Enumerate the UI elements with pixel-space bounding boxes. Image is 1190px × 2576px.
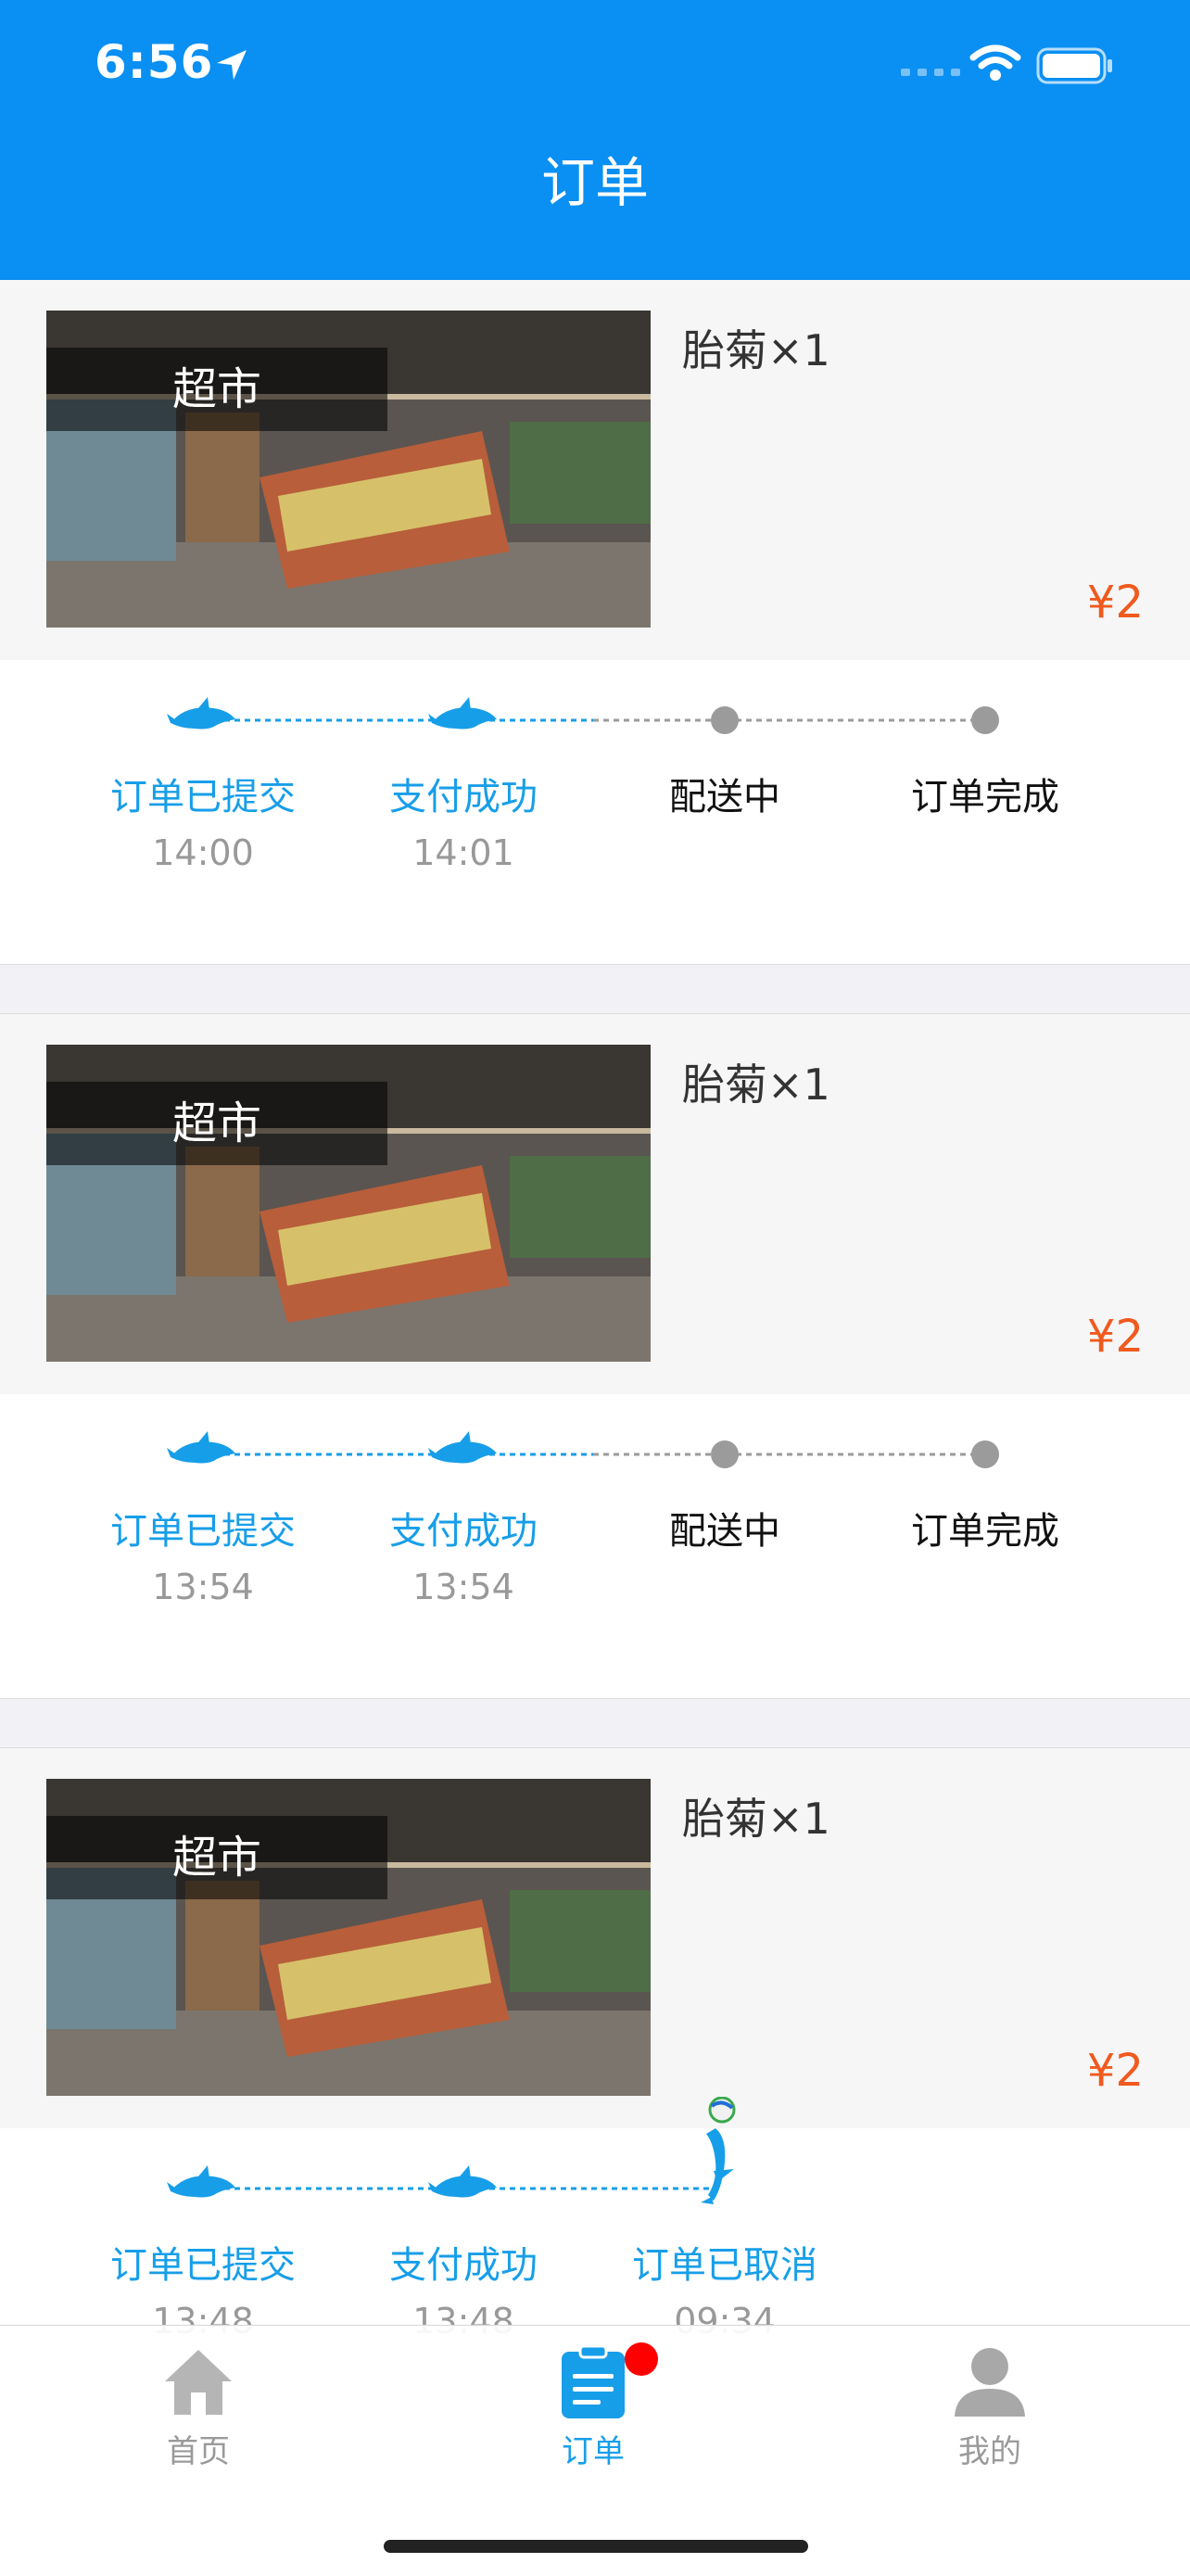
step-label: 配送中 [669, 1510, 780, 1553]
store-label: 超市 [171, 1098, 261, 1149]
order-summary[interactable]: 超市 胎菊×1 ¥2 [0, 1014, 1190, 1394]
step-time: 13:54 [152, 1567, 254, 1607]
dolphin-icon [428, 697, 497, 730]
step-label: 订单已提交 [110, 2244, 296, 2287]
order-progress: 订单已提交 支付成功 配送中 订单完成 14:00 14:01 [0, 660, 1190, 966]
item-name: 胎菊×1 [682, 325, 830, 375]
step-time: 14:01 [412, 832, 514, 873]
order-progress: 订单已提交 支付成功 配送中 订单完成 13:54 13:54 [0, 1394, 1190, 1700]
step-time: 13:54 [412, 1567, 514, 1607]
dolphin-icon [428, 2165, 497, 2198]
store-image: 超市 [46, 1779, 651, 2096]
step-label: 订单已提交 [110, 776, 296, 818]
tab-bar: 首页 订单 我的 [0, 2325, 1190, 2576]
step-label: 支付成功 [389, 776, 538, 818]
step-label: 订单已取消 [632, 2244, 817, 2287]
tab-orders[interactable]: 订单 [500, 2326, 686, 2470]
tab-label-profile: 我的 [958, 2433, 1021, 2470]
order-price: ¥2 [1086, 2045, 1144, 2097]
step-dot [971, 1440, 999, 1468]
step-dot [711, 706, 739, 734]
dolphin-icon [167, 697, 235, 730]
page-title: 订单 [540, 151, 649, 214]
step-label: 支付成功 [389, 1510, 538, 1553]
step-dot [711, 1440, 739, 1468]
dolphin-icon [428, 1431, 497, 1464]
item-name: 胎菊×1 [682, 1060, 830, 1110]
dolphin-icon [167, 2165, 235, 2198]
tab-label-orders: 订单 [562, 2433, 625, 2470]
step-label: 订单完成 [911, 1510, 1059, 1553]
wifi-icon [969, 44, 1021, 81]
nav-header: 6:56 订单 [0, 0, 1190, 280]
store-label: 超市 [171, 363, 261, 415]
step-dot [971, 706, 999, 734]
dolphin-with-ball-icon [701, 2097, 736, 2204]
status-time: 6:56 [95, 35, 214, 89]
order-price: ¥2 [1086, 1311, 1144, 1363]
home-indicator [384, 2540, 808, 2553]
progress-line [204, 1453, 982, 1456]
battery-icon [1036, 47, 1112, 84]
step-label: 订单已提交 [110, 1510, 296, 1553]
step-time: 14:00 [152, 832, 254, 873]
progress-line [204, 718, 982, 722]
order-summary[interactable]: 超市 胎菊×1 ¥2 [0, 280, 1190, 660]
step-label: 订单完成 [911, 776, 1059, 818]
clipboard-icon [562, 2344, 625, 2418]
tab-home[interactable]: 首页 [106, 2326, 291, 2470]
dolphin-icon [167, 1431, 235, 1464]
store-image: 超市 [46, 1045, 651, 1362]
tab-label-home: 首页 [167, 2433, 230, 2470]
store-label: 超市 [171, 1832, 261, 1884]
step-label: 配送中 [669, 776, 780, 818]
item-name: 胎菊×1 [682, 1794, 830, 1844]
tab-profile[interactable]: 我的 [897, 2326, 1082, 2470]
home-icon [165, 2350, 232, 2415]
order-separator [0, 964, 1190, 1014]
order-separator [0, 1698, 1190, 1748]
order-price: ¥2 [1086, 577, 1144, 628]
location-arrow-icon [217, 50, 247, 80]
cellular-signal-icon [901, 69, 960, 76]
user-icon [955, 2348, 1025, 2417]
step-label: 支付成功 [389, 2244, 538, 2287]
notification-badge [625, 2342, 658, 2376]
order-summary[interactable]: 超市 胎菊×1 ¥2 [0, 1748, 1190, 2128]
store-image: 超市 [46, 311, 651, 628]
